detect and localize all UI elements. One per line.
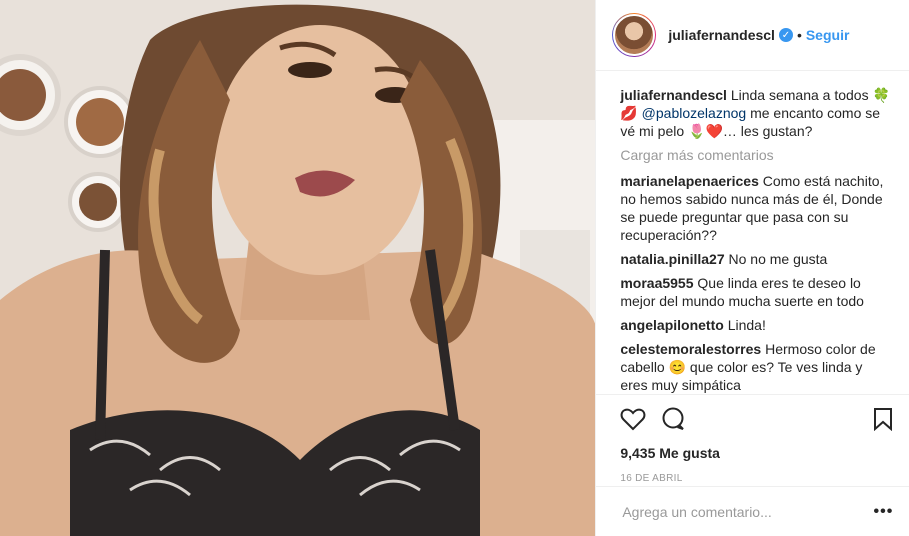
comment-username[interactable]: celestemoralestorres: [620, 341, 761, 357]
comment-item: moraa5955 Que linda eres te deseo lo mej…: [620, 274, 893, 310]
likes-count[interactable]: 9,435 Me gusta: [620, 445, 893, 461]
comment-username[interactable]: moraa5955: [620, 275, 693, 291]
comment-item: marianelapenaerices Como está nachito, n…: [620, 172, 893, 244]
caption-text: Linda semana a todos 🍀: [730, 87, 890, 103]
more-options-button[interactable]: •••: [874, 503, 894, 521]
verified-badge-icon: ✓: [778, 28, 793, 42]
avatar[interactable]: [612, 13, 657, 57]
caption-emoji: 💋: [620, 105, 638, 121]
post-header: juliafernandescl ✓ • Seguir: [596, 0, 909, 71]
caption-mention[interactable]: @pablozelaznog: [642, 105, 747, 121]
caption-username[interactable]: juliafernandescl: [620, 87, 727, 103]
post-photo[interactable]: [0, 0, 596, 536]
bookmark-icon[interactable]: [873, 407, 893, 431]
add-comment-bar: •••: [596, 486, 909, 536]
post-image: [0, 0, 596, 536]
follow-button[interactable]: Seguir: [806, 27, 850, 43]
comment-item: angelapilonetto Linda!: [620, 316, 893, 334]
comment-item: natalia.pinilla27 No no me gusta: [620, 250, 893, 268]
action-icons: [620, 403, 893, 435]
post-sidebar: juliafernandescl ✓ • Seguir juliafernand…: [595, 0, 909, 536]
post-actions: 9,435 Me gusta 16 DE ABRIL: [596, 394, 909, 484]
caption: juliafernandescl Linda semana a todos 🍀 …: [620, 86, 893, 140]
separator-dot: •: [796, 27, 802, 43]
avatar-image: [613, 14, 656, 56]
comments-list[interactable]: juliafernandescl Linda semana a todos 🍀 …: [596, 72, 909, 394]
comment-icon[interactable]: [660, 406, 686, 432]
load-more-comments[interactable]: Cargar más comentarios: [620, 146, 893, 164]
comment-item: celestemoralestorres Hermoso color de ca…: [620, 340, 893, 394]
username-link[interactable]: juliafernandescl: [668, 27, 775, 43]
post-date[interactable]: 16 DE ABRIL: [620, 473, 893, 484]
comment-username[interactable]: angelapilonetto: [620, 317, 723, 333]
comment-username[interactable]: marianelapenaerices: [620, 173, 759, 189]
comment-text: Linda!: [727, 317, 766, 333]
comment-input[interactable]: [620, 502, 874, 521]
heart-icon[interactable]: [620, 407, 646, 431]
comment-text: No no me gusta: [728, 251, 828, 267]
comment-username[interactable]: natalia.pinilla27: [620, 251, 724, 267]
